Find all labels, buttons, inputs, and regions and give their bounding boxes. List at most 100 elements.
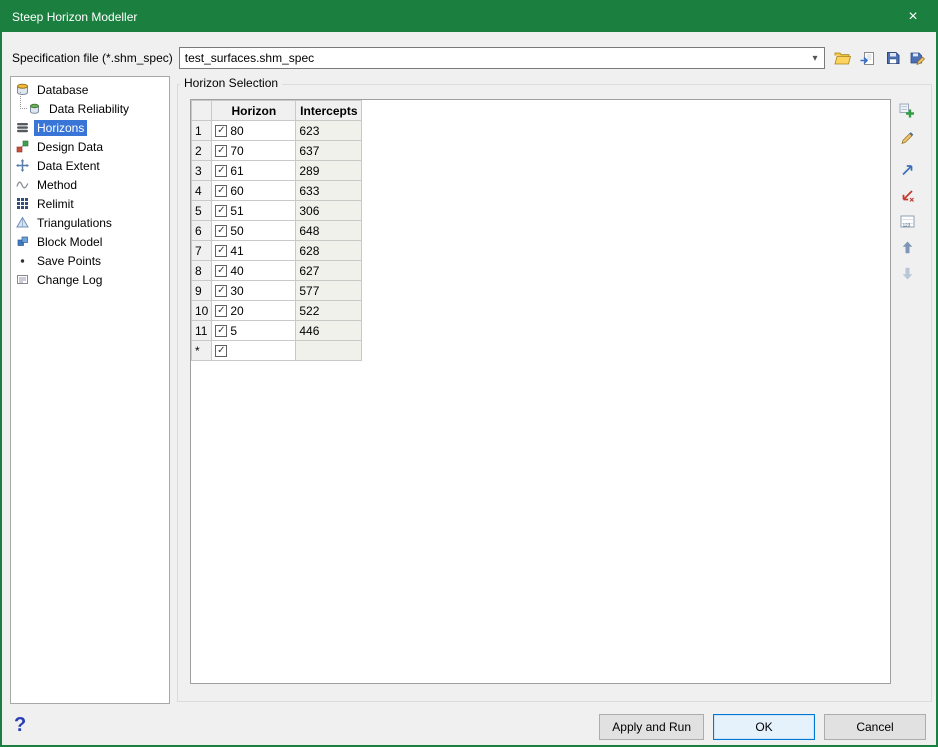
horizon-checkbox[interactable]: ✓ [215,265,227,277]
horizon-checkbox[interactable]: ✓ [215,325,227,337]
horizon-checkbox[interactable]: ✓ [215,165,227,177]
renumber-icon: 123 [900,214,915,229]
horizon-table-viewport: HorizonIntercepts1✓806232✓706373✓612894✓… [190,99,891,684]
horizon-cell[interactable]: ✓40 [212,261,296,281]
chevron-down-icon[interactable]: ▾ [806,53,824,64]
ok-button[interactable]: OK [713,714,815,740]
open-spec-button[interactable] [830,46,855,71]
steep-horizon-modeller-dialog: Steep Horizon Modeller × Specification f… [0,0,938,747]
table-row-toolbar: 123 [896,100,918,288]
sidebar-item-label: Data Extent [34,158,103,174]
horizons-icon [15,121,30,135]
save-points-icon [15,254,30,268]
select-rows-button[interactable] [896,158,918,180]
table-header-row: HorizonIntercepts [192,101,362,121]
svg-text:123: 123 [902,222,910,227]
horizon-checkbox[interactable]: ✓ [215,245,227,257]
column-header-intercepts: Intercepts [296,101,362,121]
horizon-checkbox[interactable]: ✓ [215,285,227,297]
move-up-button[interactable] [896,236,918,258]
horizon-checkbox[interactable]: ✓ [215,125,227,137]
row-header[interactable]: 1 [192,121,212,141]
specification-file-combobox[interactable]: test_surfaces.shm_spec ▾ [179,47,825,69]
add-row-button[interactable] [896,100,918,122]
save-spec-as-button[interactable] [905,46,930,71]
sidebar-item-data-extent[interactable]: Data Extent [11,156,169,175]
intercepts-cell[interactable]: 306 [296,201,362,221]
table-row: 7✓41628 [192,241,362,261]
horizon-checkbox[interactable]: ✓ [215,305,227,317]
horizon-cell[interactable]: ✓20 [212,301,296,321]
sidebar-item-label: Method [34,177,80,193]
horizon-checkbox[interactable]: ✓ [215,345,227,357]
cancel-button[interactable]: Cancel [824,714,926,740]
column-header-rownum [192,101,212,121]
sidebar-item-method[interactable]: Method [11,175,169,194]
horizon-checkbox[interactable]: ✓ [215,145,227,157]
table-row: 8✓40627 [192,261,362,281]
horizon-table: HorizonIntercepts1✓806232✓706373✓612894✓… [191,100,362,361]
sidebar-item-change-log[interactable]: Change Log [11,270,169,289]
horizon-checkbox[interactable]: ✓ [215,185,227,197]
row-header[interactable]: 3 [192,161,212,181]
horizon-cell[interactable]: ✓41 [212,241,296,261]
apply-and-run-button[interactable]: Apply and Run [599,714,704,740]
horizon-cell[interactable]: ✓70 [212,141,296,161]
title-bar: Steep Horizon Modeller × [2,2,936,32]
horizon-checkbox[interactable]: ✓ [215,225,227,237]
intercepts-cell[interactable]: 627 [296,261,362,281]
row-header[interactable]: 7 [192,241,212,261]
sidebar-item-horizons[interactable]: Horizons [11,118,169,137]
horizon-cell[interactable]: ✓60 [212,181,296,201]
data-reliability-icon [27,102,42,116]
sidebar-item-label: Triangulations [34,215,115,231]
folder-open-icon [834,51,851,65]
sidebar-item-label: Change Log [34,272,105,288]
save-spec-button[interactable] [880,46,905,71]
row-header[interactable]: 6 [192,221,212,241]
sidebar-item-label: Horizons [34,120,87,136]
remove-rows-button[interactable] [896,184,918,206]
row-header[interactable]: 9 [192,281,212,301]
import-spec-button[interactable] [855,46,880,71]
intercepts-cell[interactable]: 648 [296,221,362,241]
sidebar-item-save-points[interactable]: Save Points [11,251,169,270]
row-header[interactable]: 11 [192,321,212,341]
intercepts-cell[interactable]: 577 [296,281,362,301]
intercepts-cell[interactable]: 633 [296,181,362,201]
edit-cell-button[interactable] [896,126,918,148]
triangulations-icon [15,216,30,230]
renumber-rows-button[interactable]: 123 [896,210,918,232]
specification-file-row: Specification file (*.shm_spec) test_sur… [12,46,930,70]
horizon-cell[interactable]: ✓80 [212,121,296,141]
sidebar-item-triangulations[interactable]: Triangulations [11,213,169,232]
help-button[interactable]: ? [14,714,26,737]
intercepts-cell[interactable]: 522 [296,301,362,321]
horizon-cell[interactable]: ✓30 [212,281,296,301]
horizon-cell[interactable]: ✓51 [212,201,296,221]
intercepts-cell[interactable]: 637 [296,141,362,161]
sidebar-item-data-reliability[interactable]: Data Reliability [11,99,169,118]
horizon-checkbox[interactable]: ✓ [215,205,227,217]
sidebar-item-block-model[interactable]: Block Model [11,232,169,251]
horizon-cell[interactable]: ✓61 [212,161,296,181]
intercepts-cell[interactable] [296,341,362,361]
close-button[interactable]: × [890,2,936,32]
horizon-cell[interactable]: ✓5 [212,321,296,341]
sidebar-item-database[interactable]: Database [11,80,169,99]
row-header[interactable]: 5 [192,201,212,221]
row-header[interactable]: 2 [192,141,212,161]
row-header[interactable]: 8 [192,261,212,281]
row-header[interactable]: * [192,341,212,361]
intercepts-cell[interactable]: 623 [296,121,362,141]
sidebar-item-relimit[interactable]: Relimit [11,194,169,213]
row-header[interactable]: 4 [192,181,212,201]
horizon-cell[interactable]: ✓50 [212,221,296,241]
row-header[interactable]: 10 [192,301,212,321]
intercepts-cell[interactable]: 289 [296,161,362,181]
intercepts-cell[interactable]: 446 [296,321,362,341]
sidebar-item-design-data[interactable]: Design Data [11,137,169,156]
horizon-cell[interactable]: ✓ [212,341,296,361]
intercepts-cell[interactable]: 628 [296,241,362,261]
move-down-button[interactable] [896,262,918,284]
